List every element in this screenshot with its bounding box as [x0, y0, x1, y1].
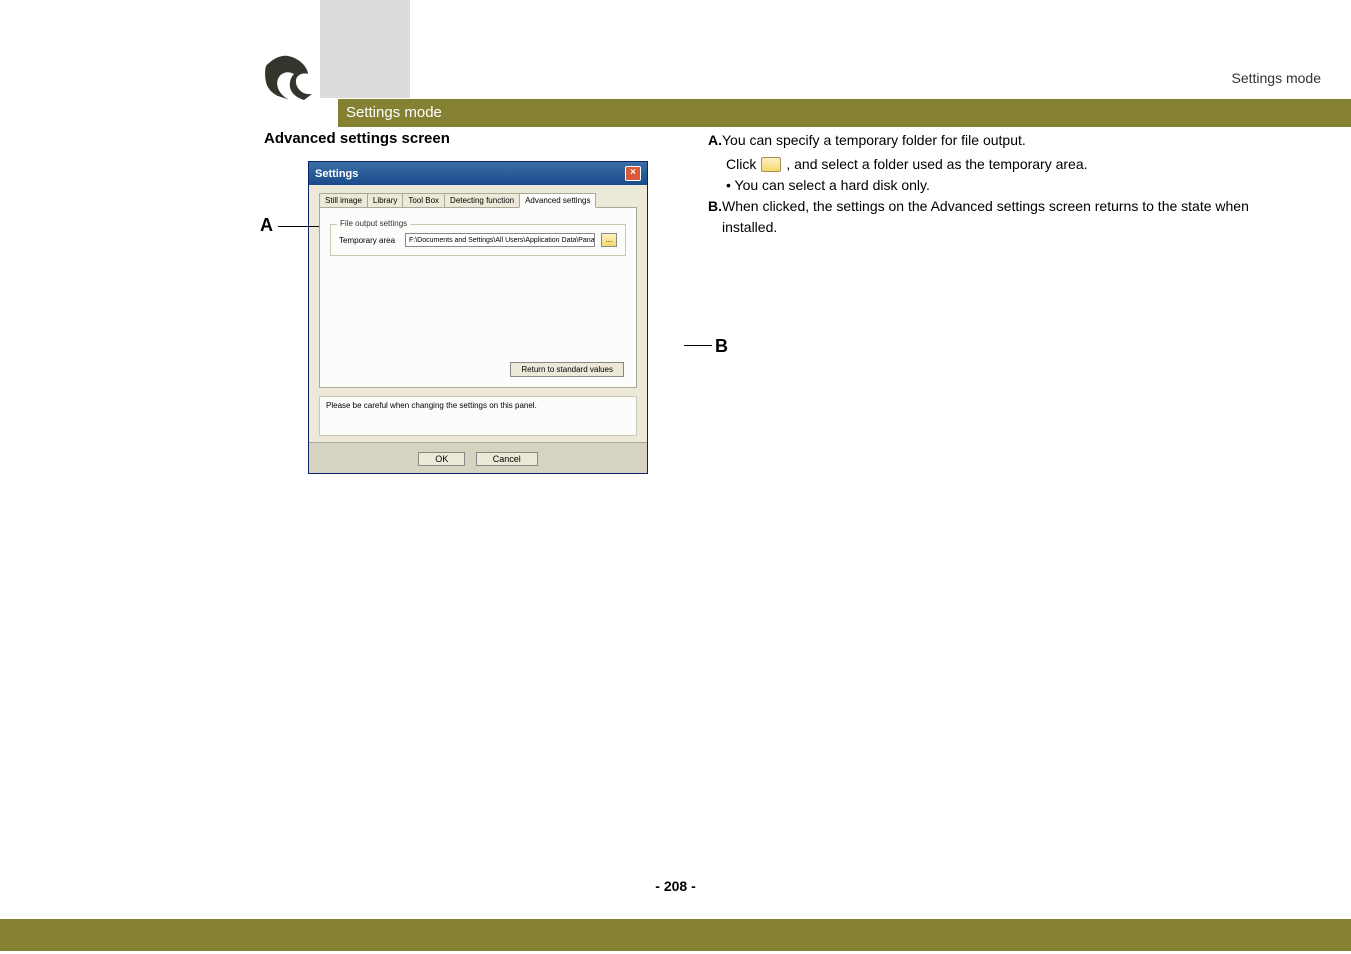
callout-label-a: A — [260, 215, 273, 236]
dialog-title: Settings — [315, 168, 358, 180]
file-output-fieldset: File output settings Temporary area F:\D… — [330, 224, 626, 256]
callout-line-b — [684, 345, 712, 346]
desc-sub-click: Click , and select a folder used as the … — [708, 154, 1260, 175]
cancel-button[interactable]: Cancel — [476, 452, 538, 466]
close-icon[interactable]: × — [625, 166, 641, 181]
settings-dialog: Settings × Still image Library Tool Box … — [308, 161, 648, 474]
temp-area-path-input[interactable]: F:\Documents and Settings\All Users\Appl… — [405, 233, 595, 247]
desc-item-a: A. You can specify a temporary folder fo… — [708, 130, 1260, 151]
tab-library[interactable]: Library — [367, 193, 403, 207]
dialog-titlebar: Settings × — [309, 162, 647, 185]
tab-still-image[interactable]: Still image — [319, 193, 368, 207]
bottom-bar — [0, 919, 1351, 951]
click-post: , and select a folder used as the tempor… — [786, 154, 1087, 175]
tab-detecting[interactable]: Detecting function — [444, 193, 520, 207]
folder-icon — [761, 157, 781, 172]
header-context: Settings mode — [1232, 70, 1322, 86]
desc-letter-b: B. — [708, 196, 722, 238]
ok-button[interactable]: OK — [418, 452, 465, 466]
browse-button[interactable]: ... — [601, 233, 617, 247]
page-number: - 208 - — [0, 878, 1351, 894]
logo-icon — [258, 46, 318, 106]
tab-advanced[interactable]: Advanced settings — [519, 193, 596, 208]
desc-letter-a: A. — [708, 130, 722, 151]
section-heading: Advanced settings screen — [264, 130, 690, 147]
tab-toolbox[interactable]: Tool Box — [402, 193, 445, 207]
click-pre: Click — [726, 154, 756, 175]
temp-area-label: Temporary area — [339, 236, 399, 245]
tabs-row: Still image Library Tool Box Detecting f… — [319, 193, 637, 208]
desc-bullet-hdd: • You can select a hard disk only. — [708, 175, 1260, 196]
gray-block — [320, 0, 410, 98]
desc-item-b: B. When clicked, the settings on the Adv… — [708, 196, 1260, 238]
fieldset-legend: File output settings — [337, 219, 410, 228]
return-standard-button[interactable]: Return to standard values — [510, 362, 624, 377]
desc-text-b: When clicked, the settings on the Advanc… — [722, 196, 1260, 238]
callout-label-b: B — [715, 336, 728, 357]
caution-text: Please be careful when changing the sett… — [319, 396, 637, 436]
dialog-footer: OK Cancel — [309, 442, 647, 473]
tab-panel: File output settings Temporary area F:\D… — [319, 208, 637, 388]
desc-text-a: You can specify a temporary folder for f… — [722, 130, 1260, 151]
header-bar-title: Settings mode — [338, 99, 442, 127]
